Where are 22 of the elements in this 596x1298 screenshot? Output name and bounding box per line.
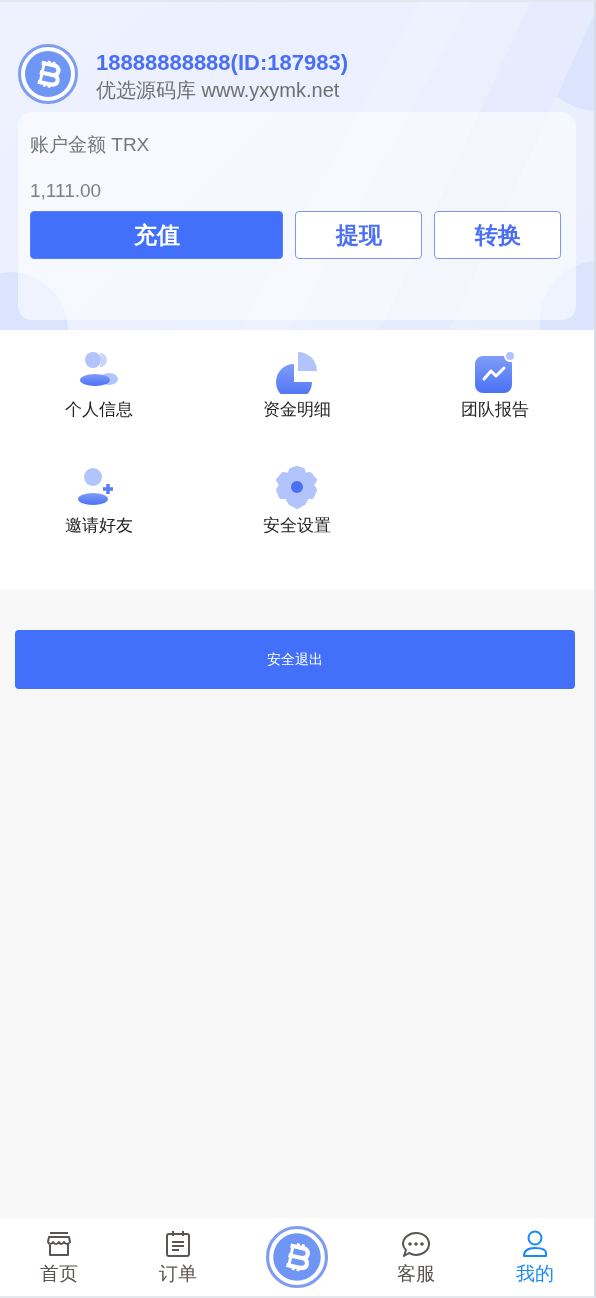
action-button[interactable]: 提现 (295, 211, 422, 259)
gear-icon (275, 466, 319, 510)
menu-item[interactable]: 邀请好友 (0, 466, 198, 582)
action-button[interactable]: 充值 (30, 211, 283, 259)
balance-label: 账户金额 TRX (30, 133, 151, 157)
account-subtitle: 优选源码库 www.yxymk.net (96, 78, 341, 103)
menu-item[interactable]: 团队报告 (396, 350, 594, 466)
avatar-logo-icon (18, 44, 78, 104)
account-id: 18888888888(ID:187983) (96, 49, 348, 77)
nav-tab[interactable]: 我的 (475, 1228, 594, 1286)
nav-tab[interactable]: 客服 (356, 1228, 476, 1286)
logout-button[interactable]: 安全退出 (15, 630, 575, 689)
chart-card-icon (473, 350, 517, 394)
action-button[interactable]: 转换 (434, 211, 561, 259)
menu-item[interactable]: 资金明细 (198, 350, 396, 466)
balance-amount: 1,111.00 (30, 179, 103, 203)
logo-button[interactable] (266, 1226, 328, 1288)
menu-item[interactable]: 个人信息 (0, 350, 198, 466)
menu-item[interactable]: 安全设置 (198, 466, 396, 582)
nav-tab[interactable]: 首页 (0, 1228, 119, 1286)
pie-chart-icon (275, 350, 319, 394)
nav-tab[interactable]: 订单 (118, 1228, 238, 1286)
